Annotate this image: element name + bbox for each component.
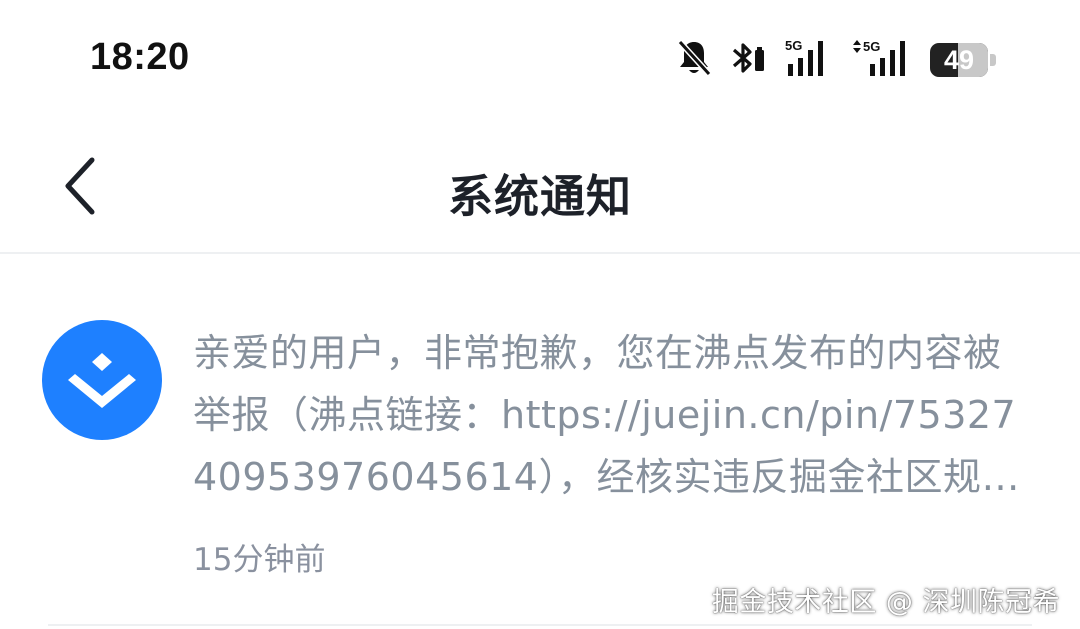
nav-header: 系统通知 bbox=[0, 130, 1080, 254]
battery-indicator: 49 bbox=[930, 43, 996, 77]
bluetooth-icon bbox=[728, 38, 768, 82]
battery-tip bbox=[990, 54, 996, 66]
item-divider bbox=[48, 624, 1032, 626]
signal-5g-data-icon: 5G bbox=[850, 38, 914, 82]
juejin-logo-icon bbox=[68, 353, 136, 408]
status-time: 18:20 bbox=[90, 36, 190, 78]
signal-5g-data-label: 5G bbox=[863, 39, 880, 54]
battery-level: 49 bbox=[943, 45, 975, 75]
status-icons: 5G 5G 49 bbox=[676, 38, 996, 82]
notification-item[interactable]: 亲爱的用户，非常抱歉，您在沸点发布的内容被举报（沸点链接：https://jue… bbox=[0, 300, 1080, 626]
avatar bbox=[42, 320, 162, 440]
bell-muted-icon bbox=[676, 38, 712, 82]
signal-5g-label: 5G bbox=[785, 38, 802, 53]
signal-5g-icon: 5G bbox=[784, 38, 834, 82]
watermark: 掘金技术社区 @ 深圳陈冠希 bbox=[711, 587, 1060, 618]
notification-message: 亲爱的用户，非常抱歉，您在沸点发布的内容被举报（沸点链接：https://jue… bbox=[193, 331, 1017, 499]
status-bar: 18:20 5G 5G 49 bbox=[0, 0, 1080, 120]
notification-time: 15分钟前 bbox=[193, 542, 326, 578]
page-title: 系统通知 bbox=[447, 170, 632, 223]
